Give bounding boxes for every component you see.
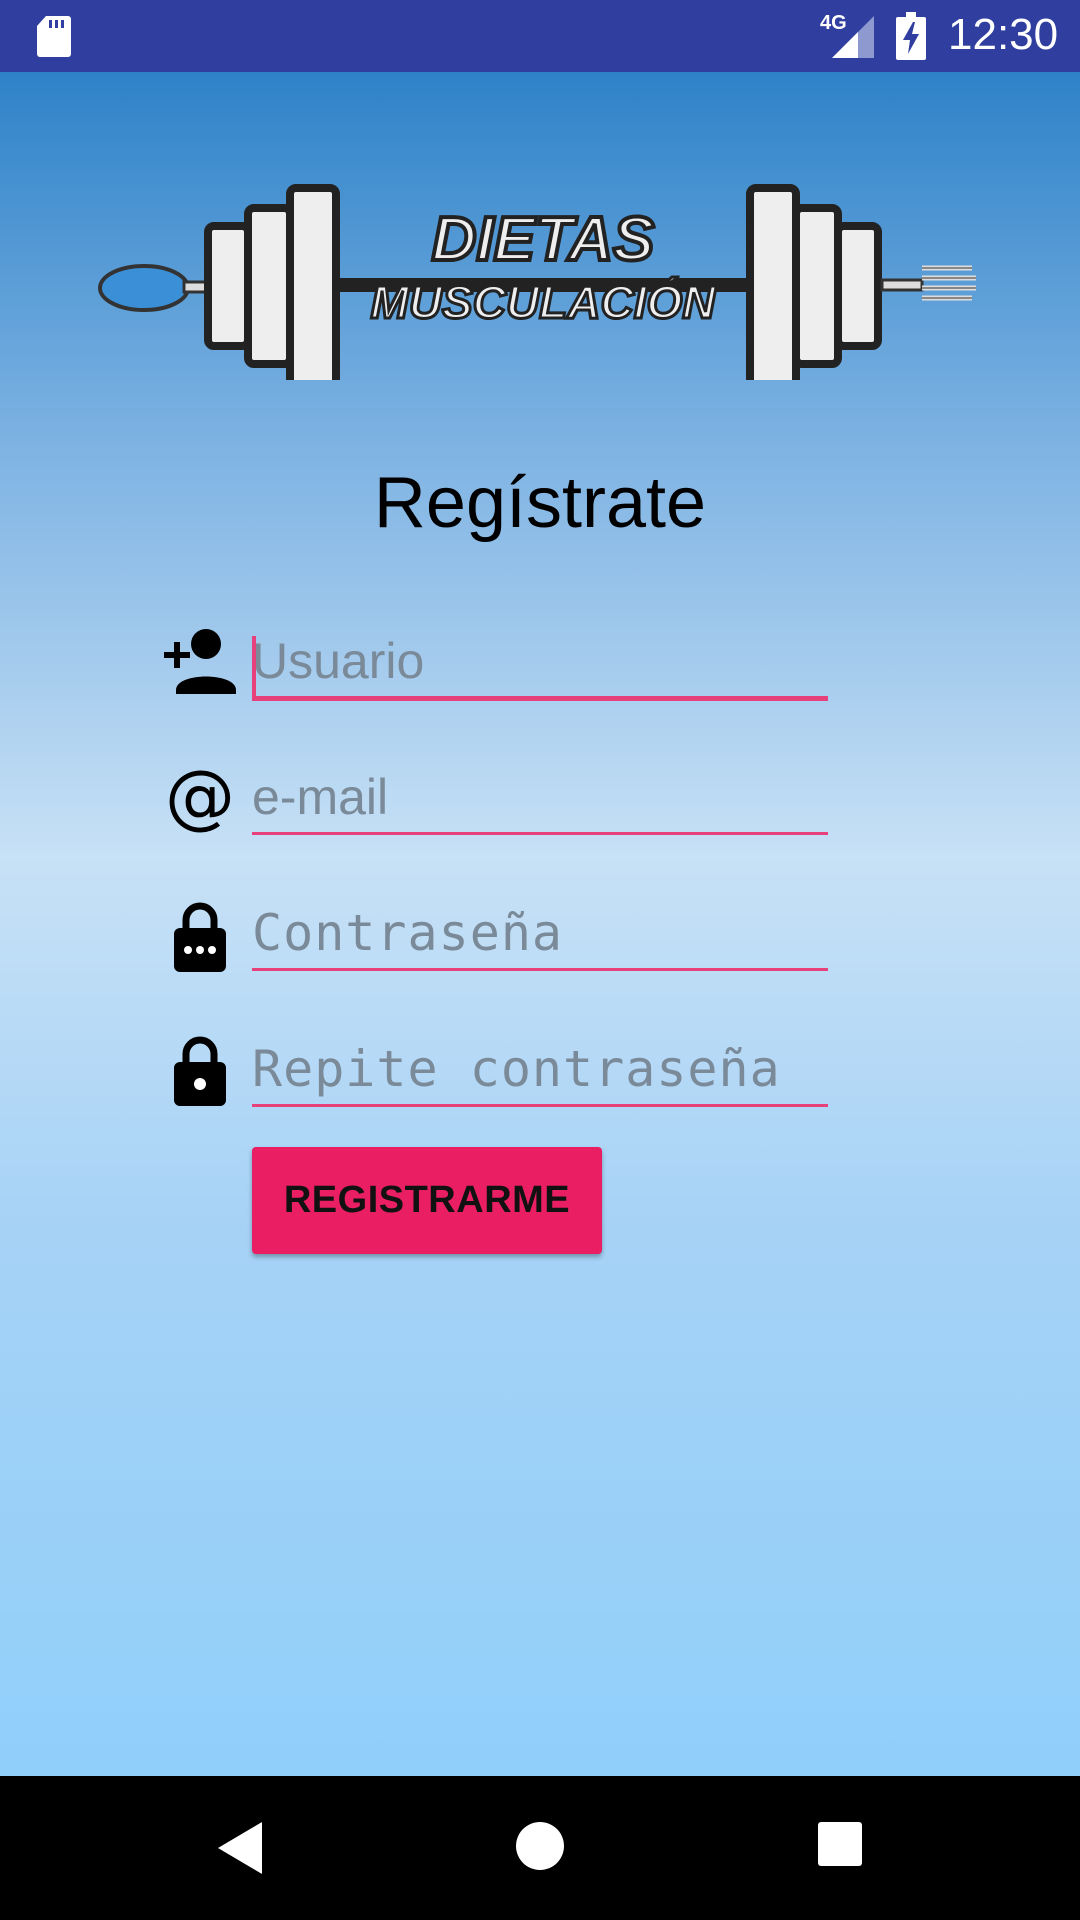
page-title: Regístrate [373,463,707,543]
email-row: @ [160,748,830,848]
app-logo: DIETAS MUSCULACIÓN [98,184,976,380]
status-bar: 4G 12:30 [0,0,1080,72]
back-icon[interactable] [214,1820,264,1876]
clock: 12:30 [948,10,1059,59]
battery-charging-icon [896,12,926,60]
home-icon[interactable] [514,1820,566,1872]
register-screen: DIETAS MUSCULACIÓN Regístrate @ [0,72,1080,1776]
repeat-password-field[interactable] [252,1034,828,1107]
signal-icon [832,16,874,58]
username-row [160,612,830,712]
username-field[interactable] [252,626,828,701]
register-button[interactable]: REGISTRARME [252,1147,602,1254]
sd-card-icon [37,16,71,57]
password-field[interactable] [252,898,828,971]
navigation-bar [0,1776,1080,1920]
lock-icon [174,1036,226,1106]
repeat-password-row [160,1020,830,1120]
password-row [160,884,830,984]
logo-line2: MUSCULACIÓN [371,276,717,328]
svg-text:@: @ [165,756,235,836]
fork-icon [880,265,976,301]
spoon-icon [98,264,222,312]
add-person-icon [164,629,236,694]
lock-dots-icon [174,902,226,972]
logo-line1: DIETAS [432,205,655,274]
at-sign-icon: @ [165,756,235,836]
text-cursor [252,636,256,698]
email-field[interactable] [252,762,828,835]
recents-icon[interactable] [816,1820,864,1868]
